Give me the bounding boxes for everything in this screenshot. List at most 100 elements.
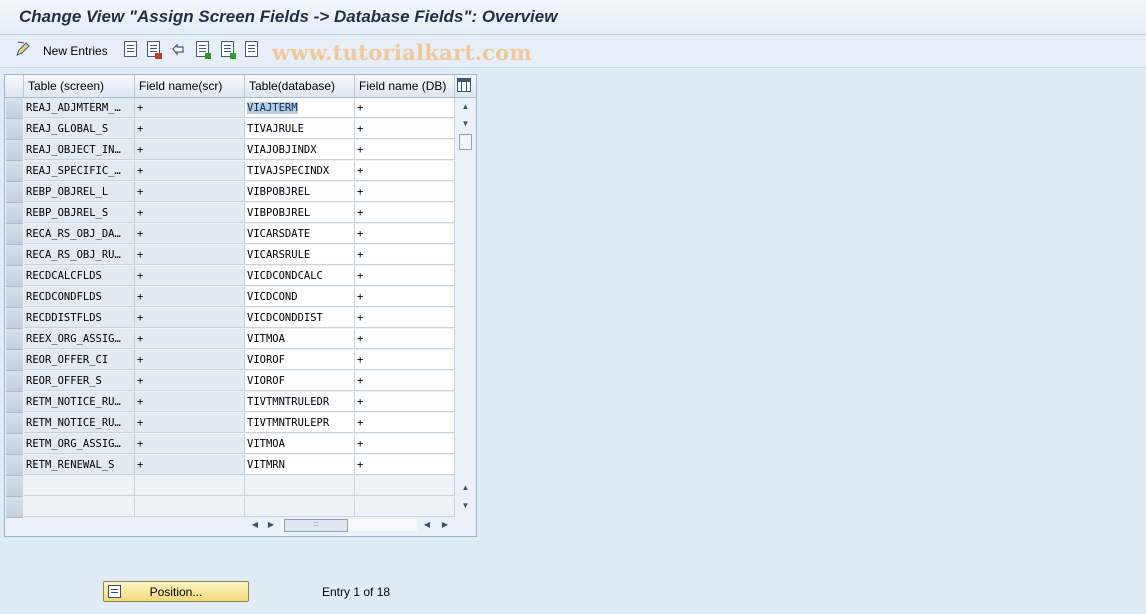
field-name-db-cell[interactable]: + — [355, 455, 455, 475]
table-row: RECA_RS_OBJ_DA… + VICARSDATE + — [5, 224, 455, 245]
table-database-cell[interactable]: VITMOA — [245, 329, 355, 349]
field-name-db-cell[interactable]: + — [355, 413, 455, 433]
field-name-scr-cell: + — [135, 371, 245, 391]
field-name-db-cell[interactable]: + — [355, 203, 455, 223]
table-database-cell[interactable]: VITMRN — [245, 455, 355, 475]
horizontal-scrollbar[interactable]: ◀ ▶ ::: ◀ ▶ — [245, 517, 455, 533]
deselect-all-icon[interactable] — [245, 41, 258, 57]
row-selector[interactable] — [6, 182, 23, 203]
field-name-db-cell[interactable]: + — [355, 329, 455, 349]
table-database-cell[interactable]: VICARSDATE — [245, 224, 355, 244]
table-row: REAJ_SPECIFIC_… + TIVAJSPECINDX + — [5, 161, 455, 182]
field-name-db-cell[interactable]: + — [355, 350, 455, 370]
delete-icon[interactable] — [147, 41, 162, 59]
row-selector[interactable] — [6, 119, 23, 140]
field-name-db-cell[interactable]: + — [355, 161, 455, 181]
row-selector[interactable] — [6, 476, 23, 497]
row-selector[interactable] — [6, 203, 23, 224]
row-selector[interactable] — [6, 455, 23, 476]
table-database-cell[interactable]: TIVTMNTRULEPR — [245, 413, 355, 433]
table-row: RECDDISTFLDS + VICDCONDDIST + — [5, 308, 455, 329]
table-database-cell[interactable]: VIAJTERM — [245, 98, 355, 118]
field-name-db-cell[interactable]: + — [355, 98, 455, 118]
table-screen-cell: REBP_OBJREL_S — [24, 203, 135, 223]
row-selector[interactable] — [6, 140, 23, 161]
row-selector[interactable] — [6, 161, 23, 182]
field-name-db-cell[interactable]: + — [355, 266, 455, 286]
scroll-left-icon[interactable]: ◀ — [249, 517, 261, 533]
column-header-table-screen[interactable]: Table (screen) — [24, 75, 135, 97]
row-selector[interactable] — [6, 224, 23, 245]
vertical-scroll-thumb[interactable] — [459, 134, 472, 150]
table-database-cell[interactable]: TIVAJSPECINDX — [245, 161, 355, 181]
field-name-scr-cell: + — [135, 98, 245, 118]
field-name-db-cell[interactable]: + — [355, 308, 455, 328]
table-database-cell[interactable]: VICDCOND — [245, 287, 355, 307]
select-block-icon[interactable] — [221, 41, 236, 59]
field-name-db-cell[interactable]: + — [355, 434, 455, 454]
row-selector[interactable] — [6, 392, 23, 413]
table-row — [5, 476, 455, 497]
row-selector[interactable] — [6, 98, 23, 119]
new-entries-button[interactable]: New Entries — [43, 44, 108, 58]
row-selector[interactable] — [6, 266, 23, 287]
select-all-icon[interactable] — [196, 41, 211, 59]
table-row: REAJ_ADJMTERM_… + VIAJTERM + — [5, 98, 455, 119]
row-selector[interactable] — [6, 350, 23, 371]
table-database-cell[interactable]: TIVAJRULE — [245, 119, 355, 139]
table-database-cell[interactable]: VIBPOBJREL — [245, 182, 355, 202]
table-screen-cell: REOR_OFFER_CI — [24, 350, 135, 370]
page-right-icon[interactable]: ◀ — [421, 517, 433, 533]
page-up-icon[interactable]: ▼ — [457, 117, 474, 131]
page-down-icon[interactable]: ▲ — [457, 481, 474, 495]
table-database-cell — [245, 476, 355, 496]
application-toolbar: New Entries — [0, 35, 1146, 68]
field-name-db-cell[interactable]: + — [355, 287, 455, 307]
row-selector[interactable] — [6, 371, 23, 392]
scroll-up-icon[interactable]: ▲ — [457, 100, 474, 114]
table-screen-cell: RECA_RS_OBJ_DA… — [24, 224, 135, 244]
table-database-cell[interactable]: VIBPOBJREL — [245, 203, 355, 223]
column-header-table-database[interactable]: Table(database) — [245, 75, 355, 97]
row-selector[interactable] — [6, 413, 23, 434]
row-selector[interactable] — [6, 308, 23, 329]
page-left-icon[interactable]: ▶ — [265, 517, 277, 533]
field-name-db-cell[interactable]: + — [355, 182, 455, 202]
row-selector[interactable] — [6, 434, 23, 455]
edit-icon[interactable] — [15, 41, 31, 57]
table-database-cell[interactable]: VICDCONDDIST — [245, 308, 355, 328]
field-name-scr-cell: + — [135, 224, 245, 244]
table-settings-icon[interactable] — [457, 78, 471, 92]
table-database-cell[interactable]: VICDCONDCALC — [245, 266, 355, 286]
field-name-db-cell[interactable]: + — [355, 245, 455, 265]
table-database-cell[interactable]: VIOROF — [245, 350, 355, 370]
field-name-db-cell[interactable]: + — [355, 371, 455, 391]
row-selector[interactable] — [6, 497, 23, 518]
table-row: REBP_OBJREL_L + VIBPOBJREL + — [5, 182, 455, 203]
row-selector[interactable] — [6, 245, 23, 266]
scroll-right-icon[interactable]: ▶ — [439, 517, 451, 533]
column-header-field-name-scr[interactable]: Field name(scr) — [135, 75, 245, 97]
table-database-cell[interactable]: TIVTMNTRULEDR — [245, 392, 355, 412]
scroll-down-icon[interactable]: ▼ — [457, 499, 474, 513]
table-database-cell[interactable]: VITMOA — [245, 434, 355, 454]
undo-icon[interactable] — [170, 41, 186, 57]
field-name-scr-cell: + — [135, 161, 245, 181]
field-name-db-cell[interactable]: + — [355, 140, 455, 160]
table-database-cell[interactable]: VIAJOBJINDX — [245, 140, 355, 160]
column-header-field-name-db[interactable]: Field name (DB) — [355, 75, 455, 97]
select-all-column[interactable] — [5, 75, 24, 97]
row-selector[interactable] — [6, 329, 23, 350]
horizontal-scroll-thumb[interactable]: ::: — [284, 519, 348, 532]
field-name-db-cell[interactable]: + — [355, 224, 455, 244]
table-database-cell[interactable]: VICARSRULE — [245, 245, 355, 265]
table-database-cell[interactable]: VIOROF — [245, 371, 355, 391]
field-name-scr-cell — [135, 476, 245, 496]
field-name-db-cell[interactable]: + — [355, 392, 455, 412]
copy-icon[interactable] — [124, 41, 137, 57]
position-button[interactable]: Position... — [103, 581, 249, 602]
table-screen-cell: RECDCONDFLDS — [24, 287, 135, 307]
table-row: REAJ_OBJECT_IN… + VIAJOBJINDX + — [5, 140, 455, 161]
row-selector[interactable] — [6, 287, 23, 308]
field-name-db-cell[interactable]: + — [355, 119, 455, 139]
